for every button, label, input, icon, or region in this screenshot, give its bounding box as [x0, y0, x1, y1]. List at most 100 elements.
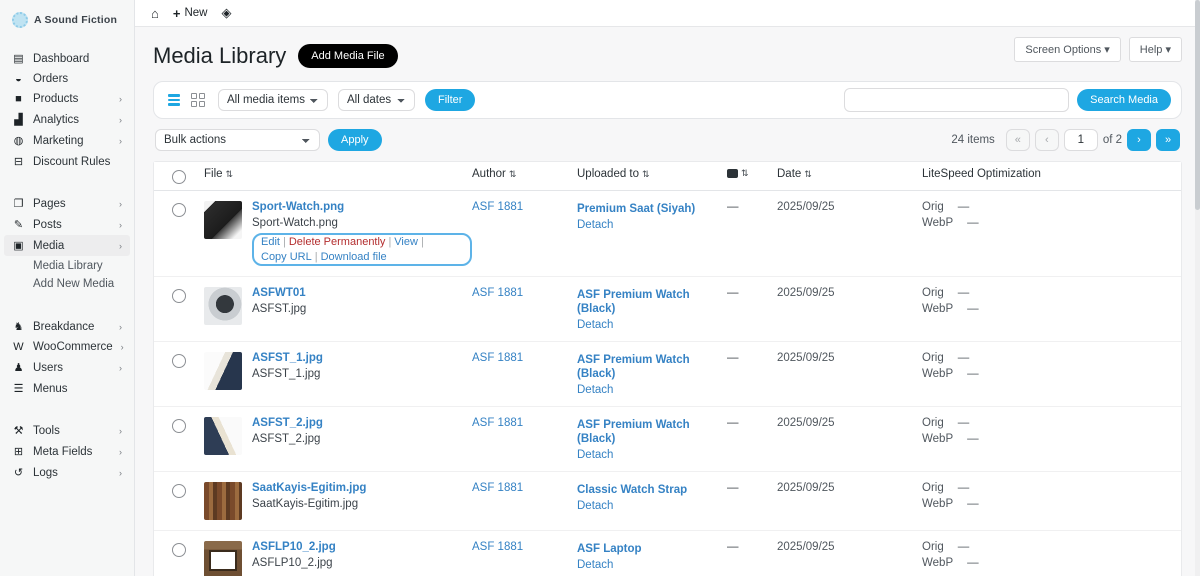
brand[interactable]: A Sound Fiction [0, 8, 134, 42]
apply-button[interactable]: Apply [328, 129, 382, 151]
date-value: 2025/09/25 [777, 287, 922, 299]
media-icon: ▣ [12, 239, 25, 252]
scrollbar[interactable] [1195, 0, 1200, 576]
row-checkbox[interactable] [172, 354, 186, 368]
select-all-checkbox[interactable] [172, 170, 186, 184]
total-pages-label: of 2 [1103, 134, 1122, 146]
detach-link[interactable]: Detach [577, 559, 727, 571]
help-button[interactable]: Help ▾ [1129, 37, 1182, 62]
media-title-link[interactable]: ASFST_2.jpg [252, 417, 323, 429]
author-link[interactable]: ASF 1881 [472, 201, 577, 213]
author-link[interactable]: ASF 1881 [472, 352, 577, 364]
author-link[interactable]: ASF 1881 [472, 482, 577, 494]
view-link[interactable]: View [394, 236, 418, 248]
column-header-file[interactable]: File⇅ [204, 168, 472, 180]
site-name: A Sound Fiction [34, 14, 117, 26]
sidebar-item-products[interactable]: ■ Products › [0, 89, 134, 109]
current-page-input[interactable] [1064, 129, 1098, 151]
date-value: 2025/09/25 [777, 541, 922, 553]
detach-link[interactable]: Detach [577, 500, 727, 512]
uploaded-to-link[interactable]: Premium Saat (Siyah) [577, 203, 695, 215]
row-checkbox[interactable] [172, 543, 186, 557]
author-link[interactable]: ASF 1881 [472, 287, 577, 299]
next-page-button[interactable]: › [1127, 129, 1151, 151]
download-file-link[interactable]: Download file [321, 251, 387, 263]
file-cell: Sport-Watch.png Sport-Watch.png Edit| De… [204, 201, 472, 266]
sidebar-item-breakdance[interactable]: ♞ Breakdance › [0, 316, 134, 337]
row-checkbox[interactable] [172, 203, 186, 217]
sidebar-subitem-media-library[interactable]: Media Library [0, 257, 134, 275]
sidebar-item-meta-fields[interactable]: ⊞ Meta Fields › [0, 441, 134, 462]
sidebar-item-menus[interactable]: ☰ Menus [0, 378, 134, 399]
logs-icon: ↺ [12, 466, 25, 479]
media-title-link[interactable]: Sport-Watch.png [252, 201, 472, 213]
first-page-button: « [1006, 129, 1030, 151]
sidebar-subitem-add-new-media[interactable]: Add New Media [0, 275, 134, 293]
author-link[interactable]: ASF 1881 [472, 417, 577, 429]
uploaded-to-link[interactable]: ASF Premium Watch (Black) [577, 354, 690, 380]
sidebar-item-woocommerce[interactable]: W WooCommerce › [0, 337, 134, 357]
copy-url-link[interactable]: Copy URL [261, 251, 312, 263]
new-button[interactable]: + New [173, 6, 208, 21]
media-thumbnail[interactable] [204, 541, 242, 576]
home-icon[interactable]: ⌂ [151, 6, 159, 21]
comments-value: — [727, 541, 777, 553]
edit-link[interactable]: Edit [261, 236, 280, 248]
column-header-comments[interactable]: ⇅ [727, 168, 777, 179]
detach-link[interactable]: Detach [577, 384, 727, 396]
chevron-right-icon: › [119, 220, 122, 230]
filter-button[interactable]: Filter [425, 89, 475, 111]
detach-link[interactable]: Detach [577, 219, 727, 231]
sidebar-item-analytics[interactable]: ▟ Analytics › [0, 109, 134, 130]
sidebar-item-pages[interactable]: ❐ Pages › [0, 193, 134, 214]
column-header-author[interactable]: Author⇅ [472, 168, 577, 180]
media-type-filter-select[interactable]: All media items [218, 89, 328, 111]
detach-link[interactable]: Detach [577, 449, 727, 461]
orig-value: — [958, 541, 970, 553]
media-title-link[interactable]: ASFST_1.jpg [252, 352, 323, 364]
search-input[interactable] [844, 88, 1069, 112]
column-header-date[interactable]: Date⇅ [777, 168, 922, 180]
scrollbar-thumb[interactable] [1195, 0, 1200, 210]
sidebar-item-users[interactable]: ♟ Users › [0, 357, 134, 378]
list-view-icon[interactable] [164, 91, 184, 109]
sidebar-item-media[interactable]: ▣ Media › [4, 235, 130, 256]
row-checkbox[interactable] [172, 419, 186, 433]
media-title-link[interactable]: ASFWT01 [252, 287, 306, 299]
search-media-button[interactable]: Search Media [1077, 89, 1171, 111]
detach-link[interactable]: Detach [577, 319, 727, 331]
uploaded-to-link[interactable]: Classic Watch Strap [577, 484, 687, 496]
chevron-right-icon: › [119, 322, 122, 332]
sidebar-item-marketing[interactable]: ◍ Marketing › [0, 130, 134, 151]
media-thumbnail[interactable] [204, 417, 242, 455]
column-header-uploaded-to[interactable]: Uploaded to⇅ [577, 168, 727, 180]
media-title-link[interactable]: SaatKayis-Egitim.jpg [252, 482, 366, 494]
sidebar-item-orders[interactable]: ◒ Orders [0, 69, 134, 89]
sidebar-item-tools[interactable]: ⚒ Tools › [0, 420, 134, 441]
breakdance-adminbar-icon[interactable]: ◈ [221, 5, 231, 21]
sidebar-item-posts[interactable]: ✎ Posts › [0, 214, 134, 235]
site-logo-icon [12, 12, 28, 28]
add-media-file-button[interactable]: Add Media File [298, 44, 397, 68]
sidebar-item-dashboard[interactable]: ▤ Dashboard [0, 48, 134, 69]
media-thumbnail[interactable] [204, 287, 242, 325]
delete-permanently-link[interactable]: Delete Permanently [289, 236, 386, 248]
grid-view-icon[interactable] [188, 91, 208, 109]
media-thumbnail[interactable] [204, 352, 242, 390]
last-page-button[interactable]: » [1156, 129, 1180, 151]
uploaded-to-link[interactable]: ASF Premium Watch (Black) [577, 289, 690, 315]
sidebar-item-discount-rules[interactable]: ⊟ Discount Rules [0, 151, 134, 172]
bulk-actions-select[interactable]: Bulk actions [155, 129, 320, 151]
author-link[interactable]: ASF 1881 [472, 541, 577, 553]
uploaded-to-link[interactable]: ASF Laptop [577, 543, 642, 555]
sidebar-item-logs[interactable]: ↺ Logs › [0, 462, 134, 483]
row-checkbox[interactable] [172, 289, 186, 303]
screen-options-button[interactable]: Screen Options ▾ [1014, 37, 1120, 62]
date-filter-select[interactable]: All dates [338, 89, 415, 111]
media-thumbnail[interactable] [204, 482, 242, 520]
search-area: Search Media [844, 88, 1171, 112]
row-checkbox[interactable] [172, 484, 186, 498]
media-thumbnail[interactable] [204, 201, 242, 239]
uploaded-to-link[interactable]: ASF Premium Watch (Black) [577, 419, 690, 445]
media-title-link[interactable]: ASFLP10_2.jpg [252, 541, 336, 553]
